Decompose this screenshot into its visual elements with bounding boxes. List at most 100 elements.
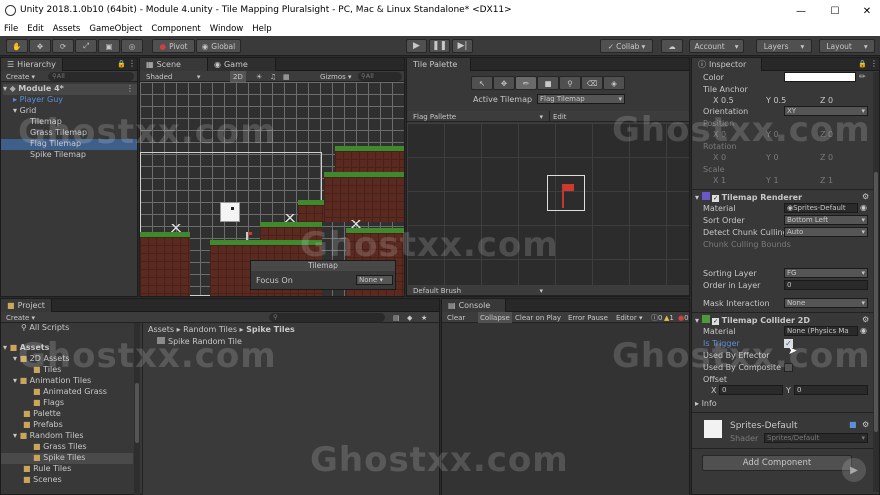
list-item[interactable]: Tilemap xyxy=(30,117,62,128)
pause-button[interactable]: ❚❚ xyxy=(429,39,450,53)
collapse-button[interactable]: Collapse xyxy=(478,312,512,323)
list-item[interactable]: ⚲ All Scripts xyxy=(21,323,69,334)
clear-button[interactable]: Clear xyxy=(447,312,465,323)
error-count[interactable]: ● 0 xyxy=(678,312,689,323)
palette-dropdown[interactable]: Flag Pallette ▾ xyxy=(413,111,543,122)
close-icon[interactable]: ✕ xyxy=(852,0,880,22)
project-search-input[interactable]: ⚲ xyxy=(269,313,385,322)
brush-dropdown[interactable]: Default Brush ▾ xyxy=(413,285,543,296)
settings-icon[interactable]: ⚙ xyxy=(862,192,869,201)
2d-toggle-button[interactable]: 2D xyxy=(230,71,246,82)
settings-icon[interactable]: ⚙ xyxy=(862,420,869,429)
eyedropper-icon[interactable]: ✏ xyxy=(859,72,866,81)
detect-chunk-dropdown[interactable]: Auto ▾ xyxy=(784,227,868,237)
tab-inspector[interactable]: ⓘ Inspector xyxy=(692,58,762,71)
list-item[interactable]: ■ Spike Tiles xyxy=(1,453,133,464)
box-fill-tool-icon[interactable]: ■ xyxy=(537,76,559,90)
object-picker-icon[interactable]: ◉ xyxy=(860,203,867,212)
active-tilemap-dropdown[interactable]: Flag Tilemap ▾ xyxy=(537,94,625,104)
menu-file[interactable]: File xyxy=(4,24,18,34)
move-tool-icon[interactable]: ✥ xyxy=(29,39,51,53)
rotate-tool-icon[interactable]: ⟳ xyxy=(52,39,74,53)
console-log-area[interactable] xyxy=(442,323,689,495)
picker-tool-icon[interactable]: ⚲ xyxy=(559,76,581,90)
inspector-scrollbar[interactable] xyxy=(873,72,879,492)
collider-material-field[interactable]: None (Physics Ma xyxy=(784,326,858,336)
global-button[interactable]: ◉ Global xyxy=(196,39,241,53)
list-item[interactable]: ■ Palette xyxy=(23,409,61,420)
log-count[interactable]: ⓘ 0 xyxy=(651,312,662,323)
tilemap-renderer-header[interactable]: ▾ ✓ Tilemap Renderer xyxy=(695,192,802,202)
scene-search-input[interactable]: ⚲All xyxy=(358,72,402,81)
cloud-icon[interactable]: ☁ xyxy=(661,39,683,53)
shader-dropdown[interactable]: Sprites/Default ▾ xyxy=(764,433,868,443)
tree-scrollbar[interactable] xyxy=(134,323,140,495)
material-field[interactable]: ◉Sprites-Default xyxy=(784,203,858,213)
clear-on-play-button[interactable]: Clear on Play xyxy=(515,312,561,323)
layout-button[interactable]: Layout ▾ xyxy=(819,39,875,53)
maximize-icon[interactable]: ☐ xyxy=(820,0,850,22)
offset-x-field[interactable]: 0 xyxy=(719,385,783,395)
pivot-button[interactable]: ● Pivot xyxy=(152,39,195,53)
mask-interaction-dropdown[interactable]: None ▾ xyxy=(784,298,868,308)
selected-tile-cell[interactable] xyxy=(547,175,585,211)
play-button[interactable]: ▶ xyxy=(406,39,427,53)
menu-gameobject[interactable]: GameObject xyxy=(89,24,142,34)
tilemap-collider-header[interactable]: ▾ ✓ Tilemap Collider 2D xyxy=(695,315,810,325)
filter-type-icon[interactable]: ▤ xyxy=(393,312,400,323)
list-item[interactable]: Flag Tilemap xyxy=(1,139,137,150)
enabled-checkbox[interactable]: ✓ xyxy=(712,195,720,202)
audio-icon[interactable]: ♫ xyxy=(270,71,276,82)
list-item[interactable]: ■ Rule Tiles xyxy=(23,464,71,475)
tab-console[interactable]: ▤ Console xyxy=(442,299,506,312)
favorites-icon[interactable]: ★ xyxy=(421,312,427,323)
menu-help[interactable]: Help xyxy=(252,24,271,34)
orientation-dropdown[interactable]: XY ▾ xyxy=(784,106,868,116)
move-tool-icon[interactable]: ✥ xyxy=(493,76,515,90)
menu-window[interactable]: Window xyxy=(210,24,244,34)
list-item[interactable]: Grass Tilemap xyxy=(30,128,87,139)
tab-hierarchy[interactable]: ☰ Hierarchy xyxy=(1,58,63,71)
menu-edit[interactable]: Edit xyxy=(27,24,43,34)
object-picker-icon[interactable]: ◉ xyxy=(860,326,867,335)
list-item[interactable]: ▾ ◆ Module 4* ⋮ xyxy=(3,84,137,95)
filter-label-icon[interactable]: ◆ xyxy=(407,312,412,323)
list-item[interactable]: ▾ ■ Animation Tiles xyxy=(13,376,91,387)
create-button[interactable]: Create ▾ xyxy=(6,312,35,323)
focus-on-dropdown[interactable]: None ▾ xyxy=(356,275,393,285)
panel-menu-icon[interactable]: ⋮ xyxy=(126,84,134,93)
minimize-icon[interactable]: — xyxy=(786,0,816,22)
sort-order-dropdown[interactable]: Bottom Left ▾ xyxy=(784,215,868,225)
lock-icon[interactable]: 🔒 xyxy=(858,60,867,68)
transform-tool-icon[interactable]: ◎ xyxy=(121,39,143,53)
list-item[interactable]: ■ Tiles xyxy=(33,365,61,376)
list-item[interactable]: ■ Scenes xyxy=(23,475,62,486)
layers-button[interactable]: Layers ▾ xyxy=(756,39,812,53)
collab-button[interactable]: ✓ Collab ▾ xyxy=(600,39,653,53)
asset-item[interactable]: Spike Random Tile xyxy=(157,337,242,346)
list-item[interactable]: ▾ ■ Random Tiles xyxy=(13,431,84,442)
editor-dropdown[interactable]: Editor ▾ xyxy=(616,312,642,323)
menu-component[interactable]: Component xyxy=(151,24,200,34)
add-component-button[interactable]: Add Component xyxy=(702,455,852,471)
list-item[interactable]: ▸ Player Guy xyxy=(13,95,63,106)
error-pause-button[interactable]: Error Pause xyxy=(568,312,608,323)
list-item[interactable]: Spike Tilemap xyxy=(30,150,86,161)
tilemap-overlay-window[interactable]: Tilemap Focus On None ▾ xyxy=(250,260,396,290)
warning-count[interactable]: ▲ 1 xyxy=(664,312,674,323)
step-button[interactable]: ▶| xyxy=(452,39,473,53)
info-foldout[interactable]: ▸ Info xyxy=(695,399,717,408)
color-field[interactable] xyxy=(784,72,856,82)
panel-menu-icon[interactable]: ⋮ xyxy=(128,59,136,68)
tab-game[interactable]: ◉ Game xyxy=(208,58,276,71)
enabled-checkbox[interactable]: ✓ xyxy=(712,318,720,325)
select-tool-icon[interactable]: ↖ xyxy=(471,76,493,90)
eraser-tool-icon[interactable]: ⌫ xyxy=(581,76,603,90)
settings-icon[interactable]: ⚙ xyxy=(862,315,869,324)
brush-tool-icon[interactable]: ✏ xyxy=(515,76,537,90)
help-icon[interactable]: ■ xyxy=(849,420,857,429)
list-item[interactable]: ▾ ■ 2D Assets xyxy=(13,354,70,365)
hierarchy-search-input[interactable]: ⚲All xyxy=(48,72,134,81)
list-item[interactable]: ■ Flags xyxy=(33,398,64,409)
lighting-icon[interactable]: ☀ xyxy=(256,71,262,82)
